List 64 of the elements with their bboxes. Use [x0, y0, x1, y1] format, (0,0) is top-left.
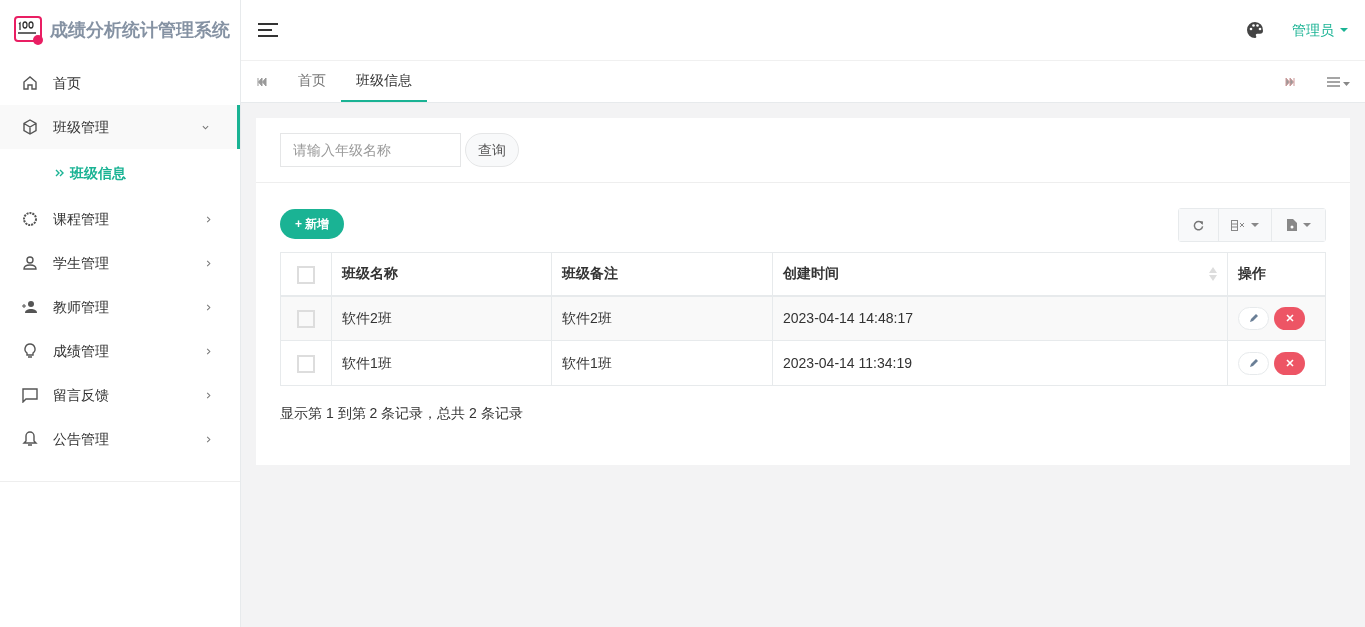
column-header: 班级备注 [551, 252, 773, 296]
column-header[interactable]: 创建时间 [772, 252, 1228, 296]
list-menu-icon[interactable] [1327, 76, 1351, 87]
search-button[interactable]: 查询 [465, 133, 519, 167]
row-checkbox[interactable] [297, 354, 315, 373]
table-cell: 2023-04-14 14:48:17 [772, 295, 1228, 341]
edit-button[interactable] [1238, 306, 1269, 330]
pencil-icon [1248, 313, 1259, 324]
chevron-right-icon [205, 435, 212, 443]
skip-back-icon[interactable] [257, 77, 267, 86]
select-all-checkbox[interactable] [297, 265, 315, 284]
close-icon [1285, 359, 1294, 367]
menu-icon[interactable] [258, 23, 278, 37]
close-icon [1285, 314, 1294, 323]
search-field[interactable]: 请输入年级名称 [280, 133, 461, 167]
refresh-button[interactable] [1179, 209, 1219, 241]
columns-button[interactable] [1219, 209, 1272, 241]
sidebar-item[interactable]: 课程管理 [0, 197, 240, 241]
sidebar-item[interactable]: 留言反馈 [0, 373, 240, 417]
caret-icon [1340, 28, 1348, 32]
edit-button[interactable] [1238, 351, 1269, 375]
chat-icon [22, 387, 38, 403]
chevron-right-icon [205, 391, 212, 399]
column-header: 班级名称 [331, 252, 552, 296]
skip-forward-icon[interactable] [1285, 77, 1295, 86]
lightbulb-icon [22, 343, 38, 359]
refresh-icon [1193, 219, 1204, 231]
person-add-icon [22, 299, 38, 315]
palette-icon[interactable] [1246, 21, 1264, 39]
export-button[interactable] [1272, 209, 1325, 241]
column-header: 操作 [1227, 252, 1326, 296]
chevron-right-icon [205, 303, 212, 311]
table-cell: 2023-04-14 11:34:19 [772, 340, 1228, 386]
tab[interactable]: 首页 [283, 61, 341, 102]
delete-button[interactable] [1274, 306, 1305, 330]
sidebar-item[interactable]: 班级管理 [0, 105, 240, 149]
sidebar-item[interactable]: 公告管理 [0, 417, 240, 461]
table-cell: 软件1班 [331, 340, 552, 386]
table-cell: 软件1班 [551, 340, 773, 386]
sidebar-item[interactable]: 教师管理 [0, 285, 240, 329]
sidebar-item[interactable]: 学生管理 [0, 241, 240, 285]
cube-icon [22, 119, 38, 135]
double-chevron-icon [55, 169, 64, 177]
chevron-right-icon [205, 347, 212, 355]
delete-button[interactable] [1274, 351, 1305, 375]
pencil-icon [1248, 358, 1259, 368]
home-icon [22, 75, 38, 91]
columns-icon [1231, 219, 1245, 231]
table-cell: 软件2班 [331, 295, 552, 341]
bell-icon [22, 431, 38, 447]
caret-icon [1251, 223, 1259, 227]
tab[interactable]: 班级信息 [341, 61, 427, 102]
pagination-info: 显示第 1 到第 2 条记录，总共 2 条记录 [280, 404, 524, 423]
chevron-right-icon [205, 259, 212, 267]
app-title: 成绩分析统计管理系统 [50, 19, 230, 42]
chevron-right-icon [205, 215, 212, 223]
person-icon [22, 255, 38, 271]
chevron-down-icon [202, 123, 209, 131]
row-checkbox[interactable] [297, 310, 315, 329]
table-cell: 软件2班 [551, 295, 773, 341]
file-icon [1286, 219, 1297, 231]
sidebar-item[interactable]: 首页 [0, 61, 240, 105]
caret-icon [1302, 223, 1311, 227]
sidebar-item[interactable]: 成绩管理 [0, 329, 240, 373]
